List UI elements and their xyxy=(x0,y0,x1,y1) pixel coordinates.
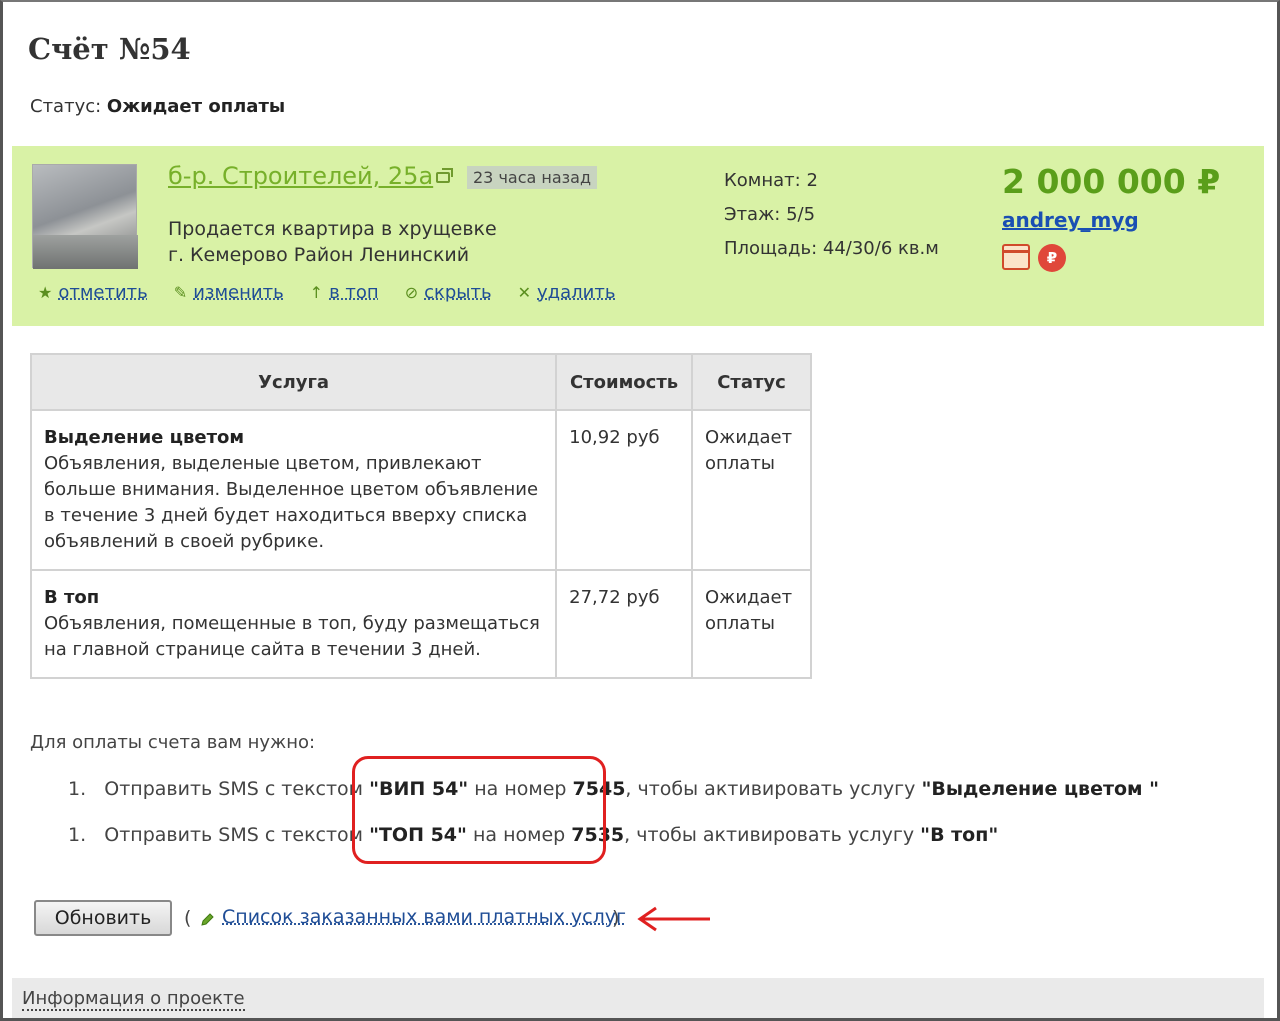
action-edit-label[interactable]: изменить xyxy=(193,282,283,303)
header-price: Стоимость xyxy=(555,353,693,411)
service-cell: В топ Объявления, помещенные в топ, буду… xyxy=(29,569,558,679)
ad-specs: Комнат: 2 Этаж: 5/5 Площадь: 44/30/6 кв.… xyxy=(724,164,939,266)
service-price: 10,92 руб xyxy=(555,409,693,571)
service-name: Выделение цветом xyxy=(44,427,245,448)
spec-area: Площадь: 44/30/6 кв.м xyxy=(724,238,939,259)
services-table: Услуга Стоимость Статус Выделение цветом… xyxy=(29,353,812,679)
action-top-label[interactable]: в топ xyxy=(329,282,379,303)
calendar-icon[interactable] xyxy=(1002,244,1030,270)
step-service: "Выделение цветом " xyxy=(921,778,1160,800)
service-status: Ожидает оплаты xyxy=(691,409,812,571)
service-status: Ожидает оплаты xyxy=(691,569,812,679)
service-description: Объявления, помещенные в топ, буду разме… xyxy=(44,613,540,660)
refresh-button[interactable]: Обновить xyxy=(34,900,172,936)
ruble-icon[interactable]: ₽ xyxy=(1038,244,1066,272)
time-ago-badge: 23 часа назад xyxy=(467,166,598,189)
action-delete-label[interactable]: удалить xyxy=(537,282,615,303)
service-price: 27,72 руб xyxy=(555,569,693,679)
step-suffix: , чтобы активировать услугу xyxy=(625,778,922,800)
star-icon: ★ xyxy=(38,283,53,302)
pencil-icon xyxy=(201,913,214,926)
service-description: Объявления, выделеные цветом, привлекают… xyxy=(44,453,539,552)
hide-icon: ⊘ xyxy=(404,283,419,302)
action-top[interactable]: ↑ в топ xyxy=(310,282,379,303)
external-link-icon[interactable] xyxy=(436,168,453,183)
status-label: Статус: xyxy=(30,96,107,117)
page-title: Счёт №54 xyxy=(28,32,191,66)
spec-rooms: Комнат: 2 xyxy=(724,170,818,191)
status-value: Ожидает оплаты xyxy=(106,96,286,117)
edit-icon: ✎ xyxy=(173,283,188,302)
ad-user-link[interactable]: andrey_myg xyxy=(1002,208,1139,232)
action-hide[interactable]: ⊘ скрыть xyxy=(405,282,492,303)
action-delete[interactable]: ✕ удалить xyxy=(518,282,616,303)
ad-location: г. Кемерово Район Ленинский xyxy=(168,244,470,266)
footer: Информация о проекте xyxy=(12,978,1264,1018)
project-info-link[interactable]: Информация о проекте xyxy=(22,988,245,1011)
ad-card: б-р. Строителей, 25а 23 часа назад Прода… xyxy=(12,146,1264,326)
header-service: Услуга xyxy=(29,353,558,411)
ad-description: Продается квартира в хрущевке xyxy=(168,218,497,240)
step-prefix: Отправить SMS с текстом xyxy=(104,824,370,846)
sms-highlight-annotation xyxy=(352,756,606,864)
payment-intro: Для оплаты счета вам нужно: xyxy=(30,732,316,753)
paren-open: ( xyxy=(184,907,192,929)
arrow-left-annotation-icon xyxy=(637,906,710,932)
service-name: В топ xyxy=(44,587,100,608)
step-suffix: , чтобы активировать услугу xyxy=(624,824,921,846)
table-header-row: Услуга Стоимость Статус xyxy=(29,353,812,411)
ad-address-link[interactable]: б-р. Строителей, 25а xyxy=(168,162,433,190)
table-row: Выделение цветом Объявления, выделеные ц… xyxy=(29,409,812,571)
ad-actions: ★ отметить ✎ изменить ↑ в топ ⊘ скрыть ✕… xyxy=(38,282,641,303)
paren-close: ) xyxy=(612,907,620,929)
delete-icon: ✕ xyxy=(517,283,531,302)
ad-price: 2 000 000 ₽ xyxy=(1002,162,1221,201)
invoice-status: Статус: Ожидает оплаты xyxy=(30,96,285,117)
service-cell: Выделение цветом Объявления, выделеные ц… xyxy=(29,409,558,571)
action-hide-label[interactable]: скрыть xyxy=(424,282,492,303)
table-row: В топ Объявления, помещенные в топ, буду… xyxy=(29,569,812,679)
action-mark-label[interactable]: отметить xyxy=(58,282,147,303)
spec-floor: Этаж: 5/5 xyxy=(724,204,816,225)
step-number: 1. xyxy=(68,824,87,846)
step-service: "В топ" xyxy=(920,824,999,846)
action-edit[interactable]: ✎ изменить xyxy=(174,282,284,303)
step-number: 1. xyxy=(68,778,87,800)
arrow-up-icon: ↑ xyxy=(309,283,324,302)
services-list-link[interactable]: Список заказанных вами платных услуг xyxy=(222,906,626,928)
action-mark[interactable]: ★ отметить xyxy=(38,282,148,303)
header-status: Статус xyxy=(691,353,812,411)
step-prefix: Отправить SMS с текстом xyxy=(104,778,370,800)
ad-photo[interactable] xyxy=(32,164,138,269)
payment-step: 1. Отправить SMS с текстом "ВИП 54" на н… xyxy=(68,778,1159,800)
